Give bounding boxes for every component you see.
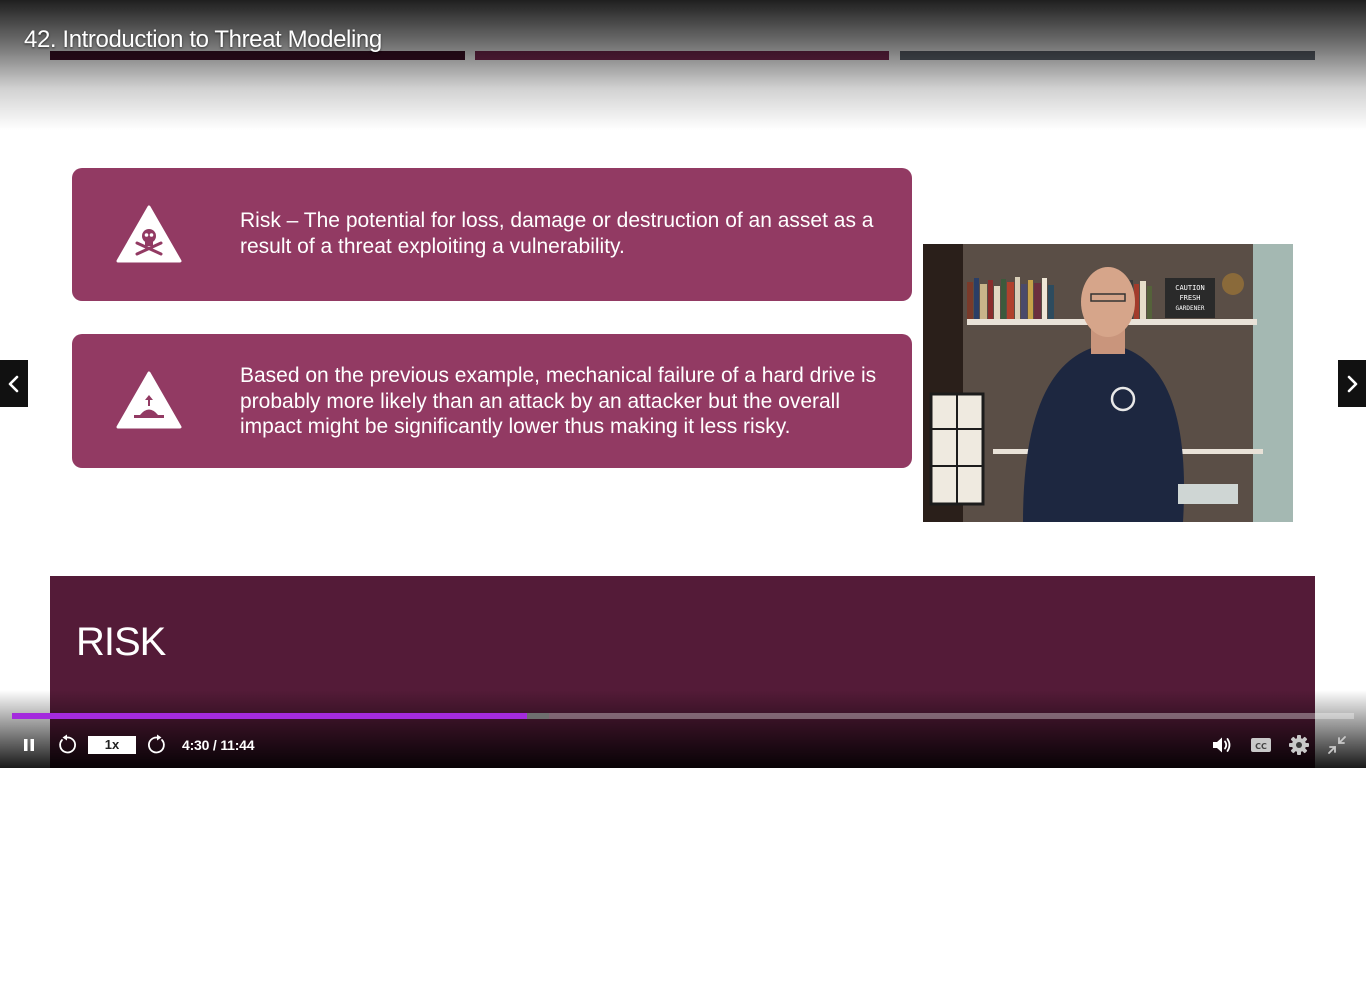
exit-fullscreen-icon: [1328, 736, 1346, 754]
next-video-button[interactable]: [1338, 360, 1366, 407]
captions-icon: CC: [1251, 738, 1271, 752]
rewind-icon: [59, 734, 76, 754]
time-display: 4:30 / 11:44: [182, 737, 255, 753]
chevron-right-icon: [1347, 375, 1358, 392]
risk-example-text: Based on the previous example, mechanica…: [240, 364, 877, 438]
current-time: 4:30: [182, 737, 210, 753]
risk-definition-text: Risk – The potential for loss, damage or…: [240, 209, 874, 258]
playback-speed-button[interactable]: 1x: [88, 736, 136, 754]
volume-button[interactable]: [1210, 733, 1234, 757]
video-player[interactable]: Risk – The potential for loss, damage or…: [0, 0, 1366, 768]
captions-button[interactable]: CC: [1249, 733, 1273, 757]
controls-shade: [0, 690, 1366, 768]
volume-icon: [1213, 737, 1231, 753]
skull-warning-icon: [116, 205, 182, 263]
time-separator: /: [209, 737, 221, 753]
settings-icon: [1289, 735, 1309, 755]
chevron-left-icon: [8, 375, 19, 392]
title-shade: [0, 0, 1366, 130]
risk-definition-card: Risk – The potential for loss, damage or…: [72, 168, 912, 301]
risk-example-card: Based on the previous example, mechanica…: [72, 334, 912, 468]
forward-icon: [148, 734, 165, 754]
seek-bar[interactable]: [12, 713, 1354, 719]
warning-triangle-icon: [116, 371, 182, 429]
forward-button[interactable]: [145, 733, 169, 757]
previous-video-button[interactable]: [0, 360, 28, 407]
video-title: 42. Introduction to Threat Modeling: [24, 26, 382, 53]
svg-text:GARDENER: GARDENER: [1176, 305, 1205, 312]
svg-text:CC: CC: [1255, 742, 1267, 751]
rewind-button[interactable]: [55, 733, 79, 757]
slide-title: RISK: [76, 620, 166, 664]
played-bar: [12, 713, 528, 719]
presenter-webcam: CAUTION FRESH GARDENER: [923, 244, 1293, 522]
webcam-image: CAUTION FRESH GARDENER: [923, 244, 1293, 522]
svg-text:CAUTION: CAUTION: [1175, 284, 1205, 292]
pause-icon: [24, 739, 34, 751]
exit-fullscreen-button[interactable]: [1325, 733, 1349, 757]
pause-button[interactable]: [17, 733, 41, 757]
duration: 11:44: [220, 737, 255, 753]
svg-text:FRESH: FRESH: [1179, 294, 1200, 302]
settings-button[interactable]: [1287, 733, 1311, 757]
